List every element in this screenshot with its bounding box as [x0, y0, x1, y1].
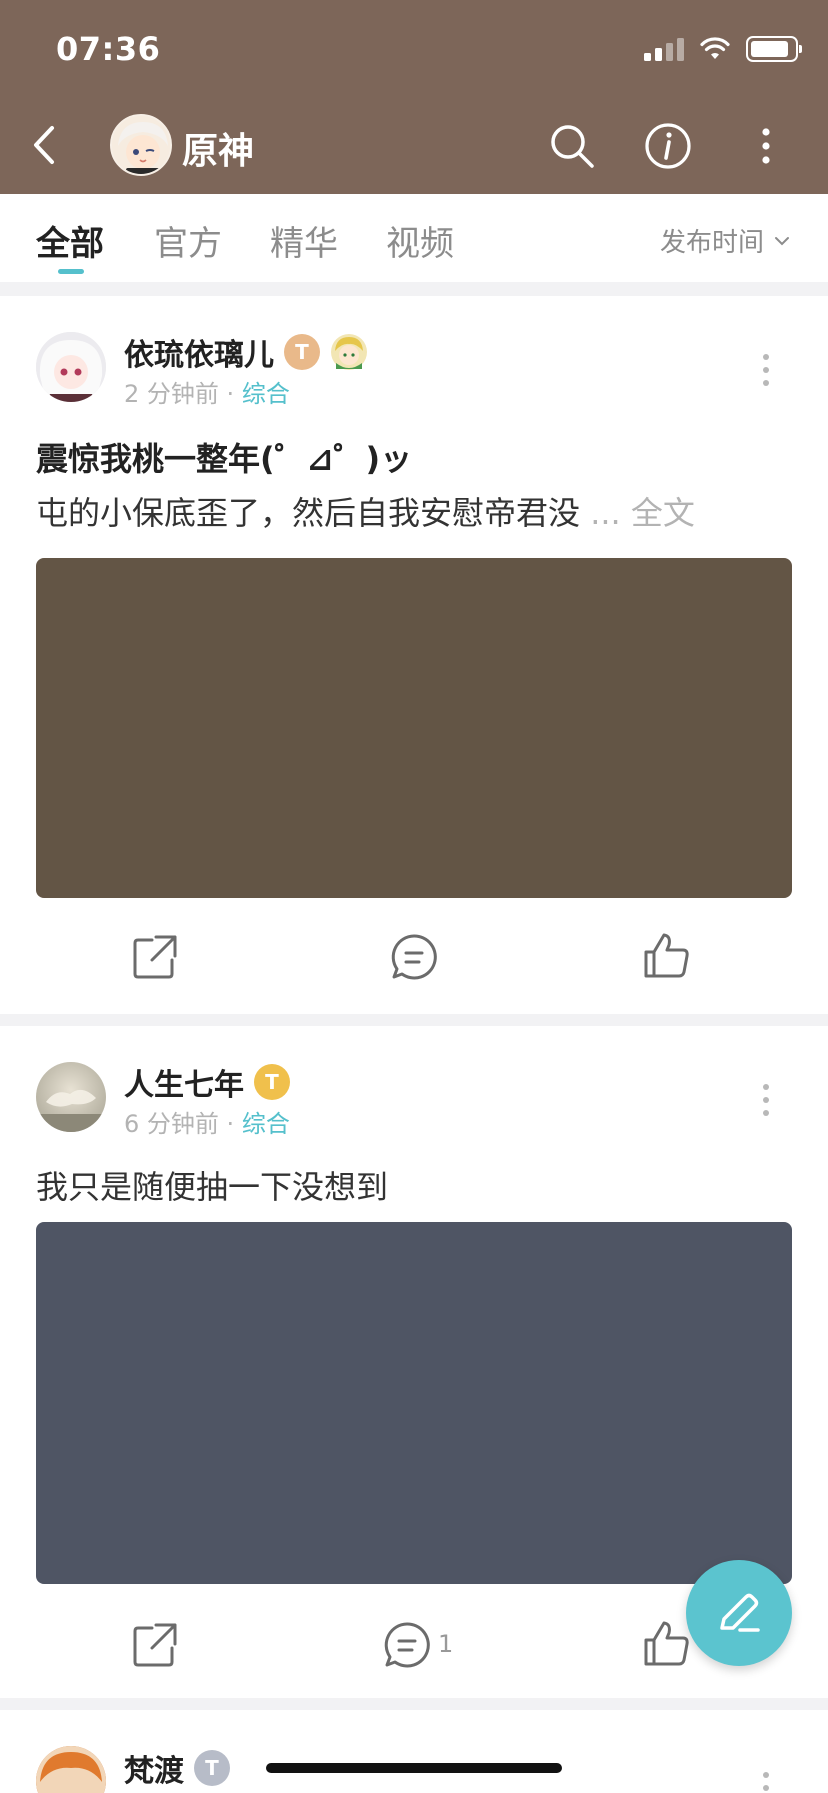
chevron-down-icon — [775, 236, 789, 245]
author-name[interactable]: 依琉依璃儿 — [124, 330, 274, 374]
post-body-text: 屯的小保底歪了，然后自我安慰帝君没 — [36, 494, 581, 532]
comment-count: 1 — [438, 1630, 454, 1658]
read-more-link[interactable]: ... 全文 — [590, 494, 695, 532]
pencil-icon — [720, 1593, 760, 1632]
post-time: 2 分钟前 — [124, 380, 219, 408]
post-more-icon[interactable] — [762, 1772, 770, 1793]
post-more-icon[interactable] — [762, 1084, 770, 1116]
tab-featured[interactable]: 精华 — [270, 216, 338, 265]
info-icon[interactable] — [642, 120, 694, 172]
top-header: 07:36 原神 — [0, 0, 828, 194]
level-badge-icon: T — [194, 1750, 230, 1786]
status-time: 07:36 — [56, 30, 161, 68]
search-icon[interactable] — [546, 120, 598, 172]
post-author-row: 依琉依璃儿 T — [124, 330, 368, 374]
post-time: 6 分钟前 — [124, 1110, 219, 1138]
comment-icon[interactable] — [382, 1620, 432, 1670]
author-name[interactable]: 人生七年 — [124, 1060, 244, 1104]
post-image[interactable] — [36, 1222, 792, 1584]
post-body: 我只是随便抽一下没想到 — [36, 1162, 388, 1208]
like-thumb-icon[interactable] — [642, 930, 692, 980]
post-image[interactable] — [36, 558, 792, 898]
author-avatar[interactable] — [36, 1062, 106, 1132]
level-badge-icon: T — [254, 1064, 290, 1100]
tab-video[interactable]: 视频 — [386, 216, 454, 265]
post-title: 震惊我桃一整年(゜⊿゜)ッ — [36, 440, 413, 478]
level-badge-icon: T — [284, 334, 320, 370]
post-meta: 6 分钟前 · 综合 — [124, 1104, 290, 1139]
filter-tab-bar: 全部 官方 精华 视频 发布时间 — [0, 194, 828, 282]
post-author-row: 人生七年 T — [124, 1060, 290, 1104]
character-badge-icon — [331, 334, 367, 370]
author-name[interactable]: 梵渡 — [124, 1746, 184, 1790]
meta-separator: · — [226, 1110, 235, 1138]
post-category[interactable]: 综合 — [242, 1110, 290, 1138]
back-arrow-icon[interactable] — [28, 120, 68, 170]
compose-post-button[interactable] — [686, 1560, 792, 1666]
post-more-icon[interactable] — [762, 354, 770, 386]
like-thumb-icon[interactable] — [642, 1618, 692, 1668]
share-icon[interactable] — [130, 1620, 180, 1670]
tab-all[interactable]: 全部 — [36, 216, 104, 265]
post-card[interactable]: 梵渡 T — [0, 1710, 828, 1793]
author-avatar[interactable] — [36, 332, 106, 402]
post-body: 屯的小保底歪了，然后自我安慰帝君没 ... 全文 — [36, 488, 695, 534]
sort-dropdown[interactable]: 发布时间 — [660, 222, 792, 259]
share-icon[interactable] — [130, 932, 180, 982]
battery-icon — [746, 36, 802, 62]
home-indicator[interactable] — [266, 1763, 562, 1773]
active-tab-indicator — [58, 269, 84, 274]
community-avatar[interactable] — [110, 114, 172, 176]
post-card[interactable]: 依琉依璃儿 T 2 分钟前 · 综合 震惊我桃一整年(゜⊿゜)ッ 屯的小保底歪了… — [0, 296, 828, 1014]
post-body-text: 我只是随便抽一下没想到 — [36, 1168, 389, 1206]
wifi-icon — [700, 37, 730, 59]
post-meta: 2 分钟前 · 综合 — [124, 374, 290, 409]
post-author-row: 梵渡 T — [124, 1746, 230, 1790]
status-icons — [644, 36, 802, 62]
author-avatar[interactable] — [36, 1746, 106, 1793]
post-category[interactable]: 综合 — [242, 380, 290, 408]
meta-separator: · — [226, 380, 235, 408]
sort-label: 发布时间 — [659, 228, 764, 258]
comment-icon[interactable] — [389, 932, 439, 982]
community-name: 原神 — [182, 131, 255, 172]
more-vertical-icon[interactable] — [740, 120, 792, 172]
signal-icon — [644, 37, 684, 61]
tab-official[interactable]: 官方 — [154, 216, 222, 265]
